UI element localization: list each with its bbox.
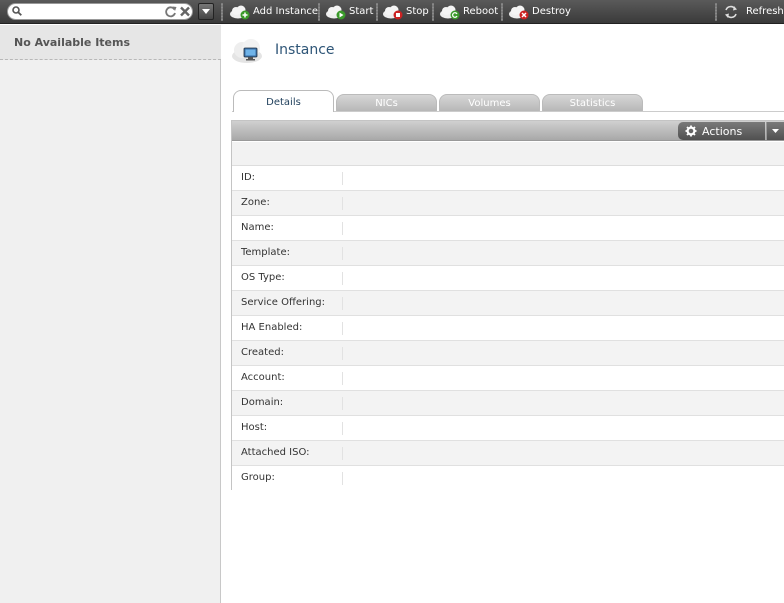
field-divider: [342, 322, 343, 335]
details-header: Actions: [232, 121, 784, 141]
field-label: ID:: [241, 172, 256, 183]
actions-label: Actions: [702, 125, 743, 138]
details-subheader: [232, 142, 784, 166]
field-row-domain: Domain:: [232, 391, 784, 416]
field-label: Domain:: [241, 397, 284, 408]
field-row-created: Created:: [232, 341, 784, 366]
field-label: Service Offering:: [241, 297, 325, 308]
field-label: Template:: [241, 247, 290, 258]
field-row-attached-iso: Attached ISO:: [232, 441, 784, 466]
field-label: HA Enabled:: [241, 322, 303, 333]
main-content: Instance Details NICs Volumes Statistics…: [222, 25, 784, 603]
add-instance-label: Add Instance: [253, 6, 319, 17]
field-divider: [342, 347, 343, 360]
top-toolbar: Add Instance Start Stop Reboot Destroy R…: [0, 0, 784, 24]
toolbar-separator: [432, 3, 434, 21]
field-divider: [342, 197, 343, 210]
field-divider: [342, 372, 343, 385]
field-divider: [342, 472, 343, 485]
page-title: Instance: [275, 42, 335, 58]
close-icon[interactable]: [179, 5, 191, 18]
empty-list-text: No Available Items: [14, 36, 131, 49]
field-row-name: Name:: [232, 216, 784, 241]
tab-nics[interactable]: NICs: [336, 94, 437, 112]
field-divider: [342, 222, 343, 235]
start-label: Start: [349, 6, 374, 17]
details-field-list: ID: Zone: Name: Template: OS Type: Servi…: [232, 166, 784, 491]
field-row-service-offering: Service Offering:: [232, 291, 784, 316]
refresh-label: Refresh: [746, 6, 784, 17]
actions-button[interactable]: Actions: [678, 122, 765, 140]
chevron-down-icon: [772, 129, 779, 133]
field-divider: [342, 422, 343, 435]
field-label: Name:: [241, 222, 274, 233]
field-label: Zone:: [241, 197, 270, 208]
field-divider: [342, 397, 343, 410]
chevron-down-icon: [202, 9, 210, 14]
field-label: Account:: [241, 372, 285, 383]
refresh-icon: [725, 5, 737, 19]
reboot-label: Reboot: [463, 6, 499, 17]
field-row-os-type: OS Type:: [232, 266, 784, 291]
field-row-ha-enabled: HA Enabled:: [232, 316, 784, 341]
toolbar-separator: [715, 3, 717, 21]
field-label: OS Type:: [241, 272, 285, 283]
field-divider: [342, 297, 343, 310]
cloud-reboot-icon: [440, 5, 460, 20]
tab-volumes[interactable]: Volumes: [439, 94, 540, 112]
cloud-destroy-icon: [509, 5, 529, 20]
field-row-host: Host:: [232, 416, 784, 441]
field-row-zone: Zone:: [232, 191, 784, 216]
field-divider: [342, 247, 343, 260]
reload-icon[interactable]: [164, 5, 177, 18]
empty-list-item: No Available Items: [0, 25, 221, 60]
field-divider: [342, 447, 343, 460]
search-dropdown-button[interactable]: [198, 3, 214, 20]
field-label: Group:: [241, 472, 275, 483]
field-divider: [342, 172, 343, 185]
cloud-stop-icon: [383, 5, 403, 20]
instance-list-panel: No Available Items: [0, 25, 221, 603]
field-row-account: Account:: [232, 366, 784, 391]
destroy-label: Destroy: [532, 6, 571, 17]
field-label: Attached ISO:: [241, 447, 310, 458]
search-box: [7, 3, 193, 20]
field-row-id: ID:: [232, 166, 784, 191]
details-panel: Actions ID: Zone: Name: Template: OS Typ…: [231, 120, 784, 491]
cloud-start-icon: [326, 5, 346, 20]
stop-label: Stop: [406, 6, 429, 17]
search-input[interactable]: [26, 5, 161, 18]
field-divider: [342, 272, 343, 285]
search-icon: [12, 6, 22, 16]
toolbar-separator: [501, 3, 503, 21]
tab-details[interactable]: Details: [233, 90, 334, 112]
actions-dropdown-button[interactable]: [766, 122, 784, 140]
cloud-add-icon: [230, 5, 250, 20]
toolbar-separator: [376, 3, 378, 21]
field-row-template: Template:: [232, 241, 784, 266]
tab-statistics[interactable]: Statistics: [542, 94, 643, 112]
field-row-group: Group:: [232, 466, 784, 491]
field-label: Host:: [241, 422, 268, 433]
field-label: Created:: [241, 347, 284, 358]
toolbar-separator: [221, 3, 223, 21]
cloud-vm-icon: [232, 39, 262, 63]
toolbar-separator: [318, 3, 320, 21]
gear-icon: [685, 125, 697, 137]
